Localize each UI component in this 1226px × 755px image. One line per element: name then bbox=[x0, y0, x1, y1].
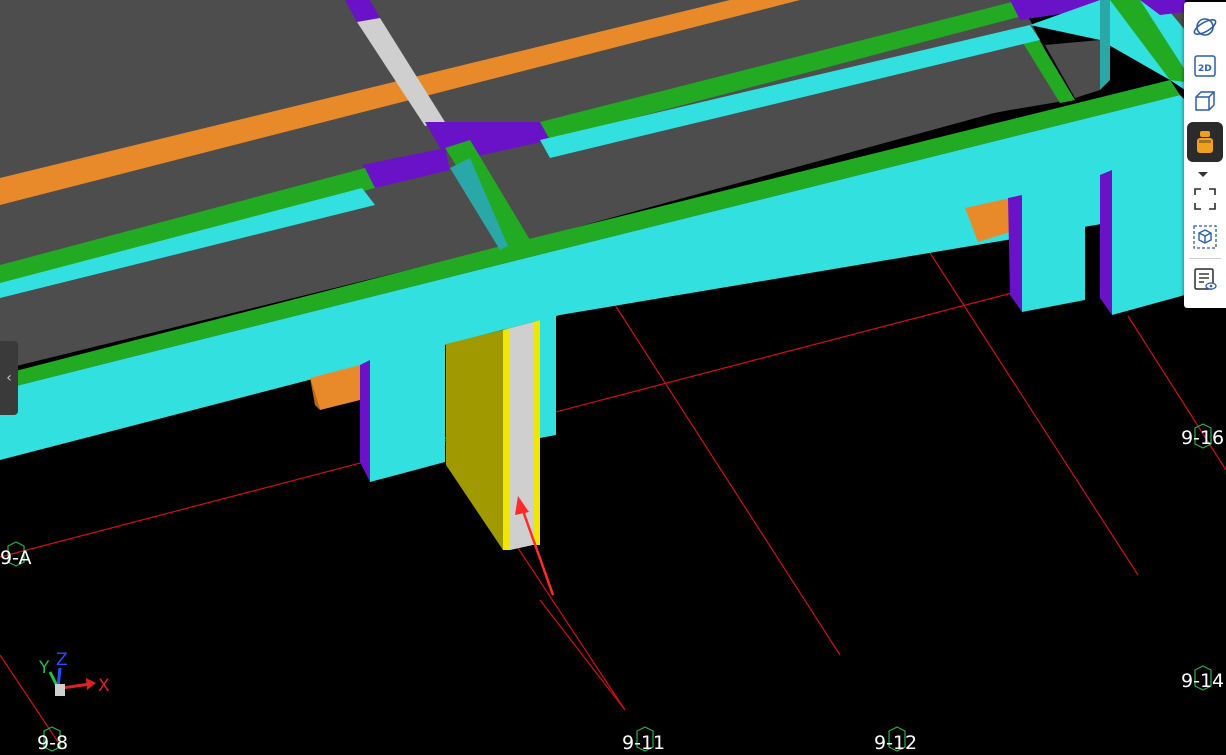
panel-collapse-handle[interactable]: ‹ bbox=[0, 341, 18, 415]
axis-x-label: X bbox=[98, 676, 110, 696]
section-box-button[interactable] bbox=[1187, 220, 1223, 254]
3d-viewport[interactable]: 9-A 9-8 9-11 9-12 9-14 9-16 X Y Z ‹ 2D bbox=[0, 0, 1226, 755]
axis-z-label: Z bbox=[56, 650, 68, 670]
walk-mode-icon bbox=[1197, 131, 1213, 153]
column-purple-right1 bbox=[1008, 195, 1022, 312]
column-purple-right2 bbox=[1100, 170, 1112, 315]
view-toolbar: 2D bbox=[1184, 2, 1226, 308]
grid-label-9-8: 9-8 bbox=[37, 732, 68, 754]
box-cyan-right-inner bbox=[1100, 0, 1110, 90]
walk-mode-button[interactable] bbox=[1187, 122, 1223, 162]
orbit-icon bbox=[1193, 18, 1217, 36]
column-yellow-face bbox=[446, 330, 503, 550]
section-box-icon bbox=[1193, 225, 1217, 249]
orbit-button[interactable] bbox=[1187, 10, 1223, 44]
column-cyan-mid bbox=[540, 314, 556, 438]
fit-view-icon bbox=[1194, 188, 1216, 210]
axis-triad: X Y Z bbox=[38, 650, 110, 696]
column-yellow-edge-right bbox=[533, 320, 540, 545]
column-cyan-left bbox=[370, 342, 445, 482]
view-3d-button[interactable] bbox=[1187, 84, 1223, 118]
chevron-left-icon: ‹ bbox=[6, 370, 12, 386]
axis-y-label: Y bbox=[38, 658, 50, 678]
grid-label-9-12: 9-12 bbox=[874, 732, 917, 754]
column-cyan-right2 bbox=[1112, 160, 1185, 315]
view-2d-label: 2D bbox=[1198, 64, 1212, 74]
column-purple-left bbox=[360, 360, 370, 482]
column-grey-face bbox=[510, 322, 533, 550]
fit-view-button[interactable] bbox=[1187, 182, 1223, 216]
properties-icon bbox=[1194, 268, 1217, 290]
grid-label-9-11: 9-11 bbox=[622, 732, 665, 754]
view-2d-icon: 2D bbox=[1194, 55, 1216, 77]
model-scene[interactable]: 9-A 9-8 9-11 9-12 9-14 9-16 X Y Z bbox=[0, 0, 1226, 755]
grid-label-9-16: 9-16 bbox=[1181, 427, 1224, 449]
grid-line-9-11b bbox=[539, 599, 626, 711]
grid-label-9-a: 9-A bbox=[0, 547, 32, 569]
view-2d-button[interactable]: 2D bbox=[1187, 49, 1223, 83]
grid-line-9-12 bbox=[614, 304, 841, 656]
column-yellow-edge bbox=[503, 328, 510, 550]
column-cyan-right1 bbox=[1022, 180, 1085, 312]
cube-icon bbox=[1195, 91, 1215, 111]
grid-label-9-14: 9-14 bbox=[1181, 670, 1224, 692]
grid-markers bbox=[7, 423, 1212, 752]
caret-down-icon[interactable] bbox=[1198, 172, 1208, 177]
properties-button[interactable] bbox=[1187, 262, 1223, 296]
